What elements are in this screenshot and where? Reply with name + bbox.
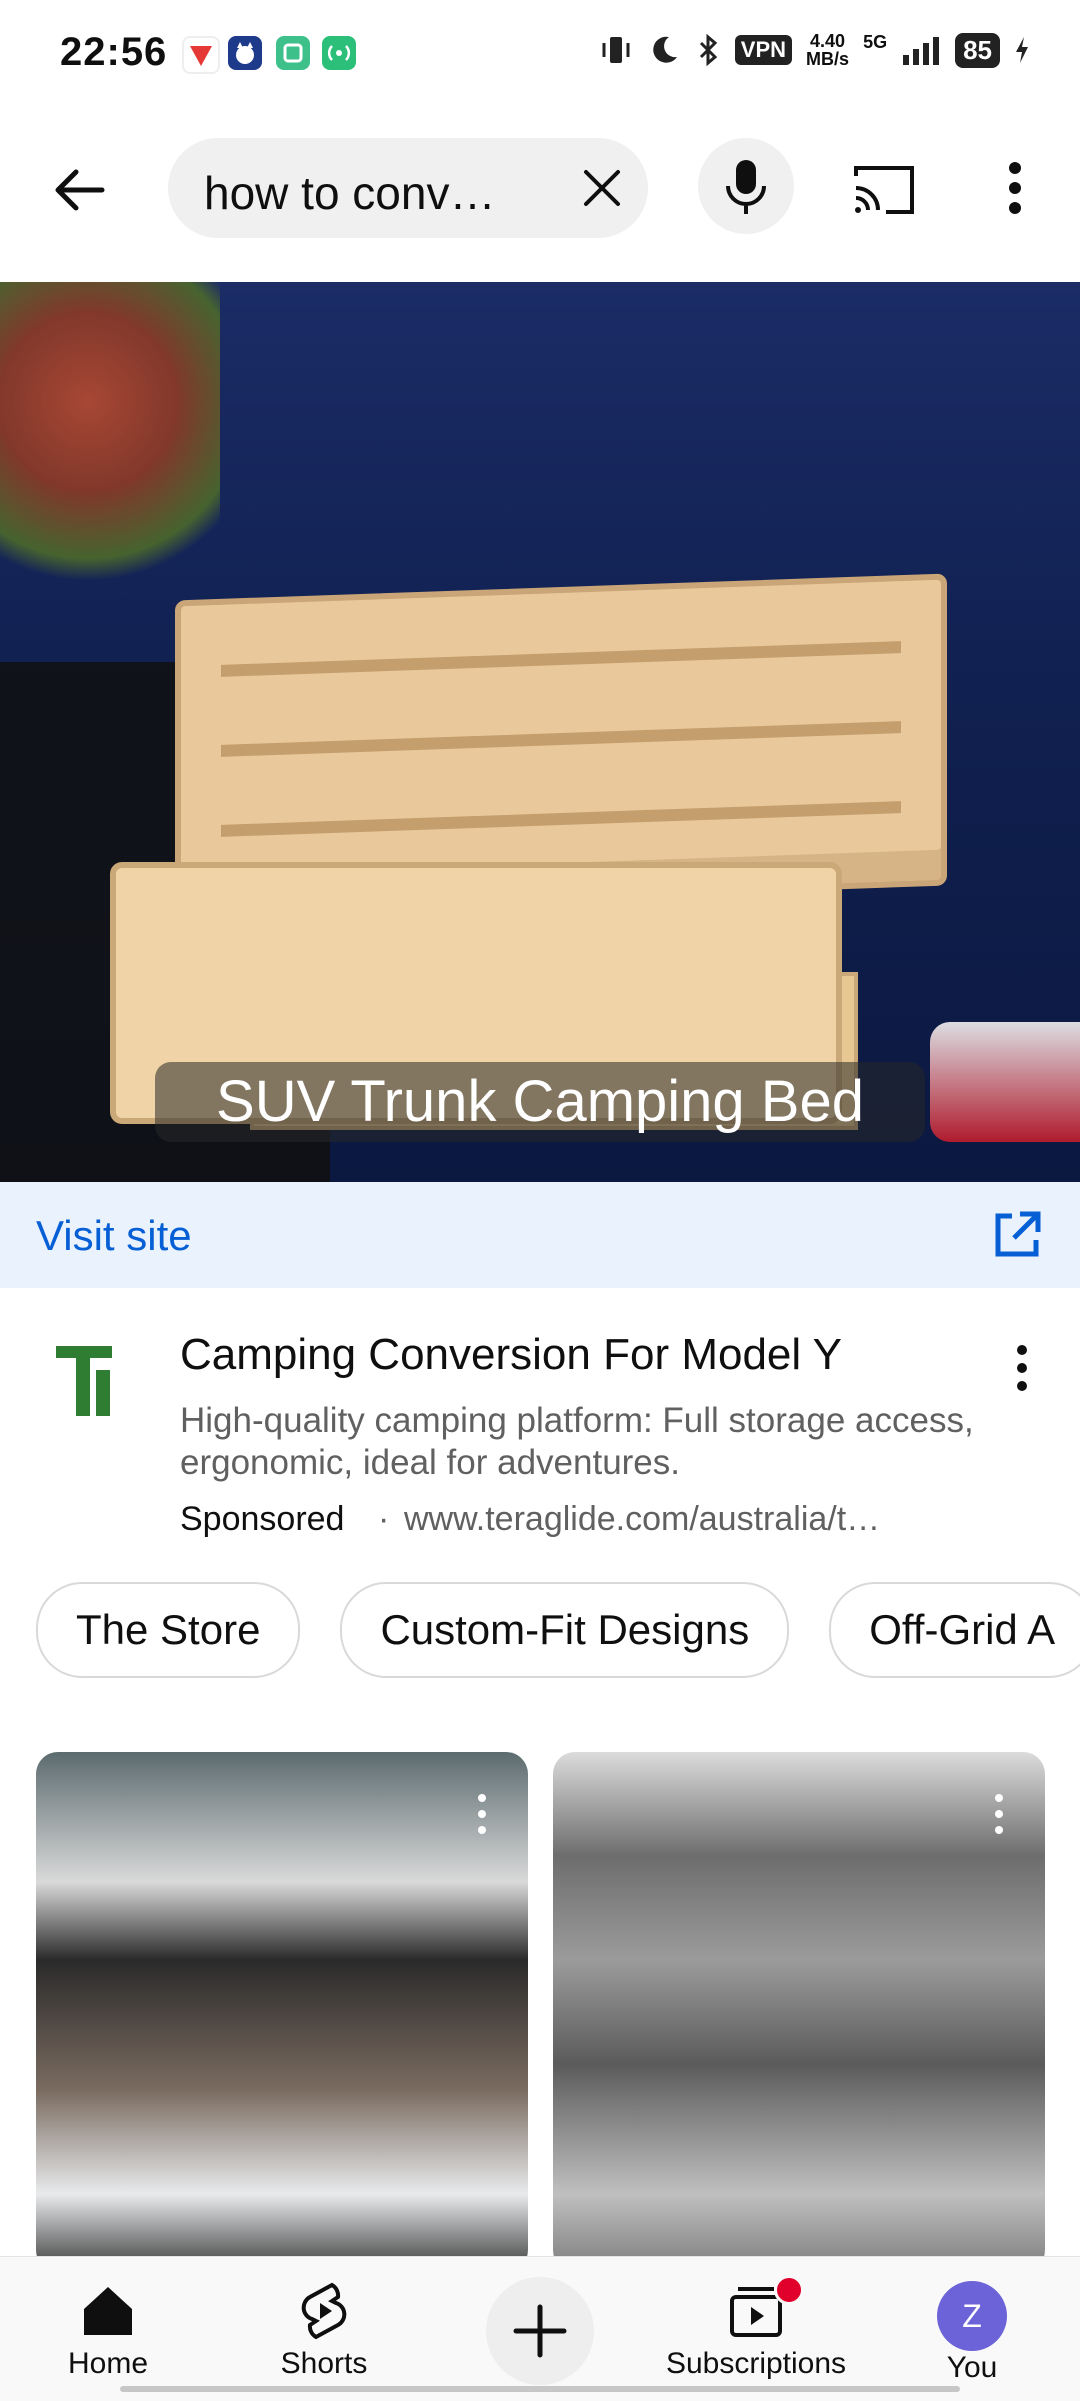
visit-site-bar[interactable]: Visit site: [0, 1182, 1080, 1288]
ad-url: www.teraglide.com/australia/t…: [404, 1500, 881, 1538]
nav-you-label: You: [946, 2351, 998, 2384]
news-app-notification-icon: [182, 36, 220, 74]
cast-button[interactable]: [850, 160, 920, 220]
nav-subscriptions[interactable]: Subscriptions: [656, 2269, 856, 2389]
foliage-background: [0, 282, 220, 582]
nav-home[interactable]: Home: [8, 2269, 208, 2389]
ad-more-options-button[interactable]: [1010, 1340, 1034, 1400]
close-icon: [584, 170, 620, 206]
chip-the-store[interactable]: The Store: [36, 1582, 301, 1678]
plus-icon: [513, 2304, 567, 2358]
chip-off-grid[interactable]: Off-Grid A: [829, 1582, 1080, 1678]
more-vertical-icon: [478, 1794, 486, 1834]
status-bar: 22:56 VPN 4.40 MB/s 5G 85: [0, 0, 1080, 110]
notification-badge: [774, 2275, 804, 2305]
bed-slat: [221, 721, 901, 757]
vpn-badge: VPN: [734, 35, 793, 65]
ad-sitelink-chips: The Store Custom-Fit Designs Off-Grid A: [36, 1582, 1080, 1678]
visit-site-label: Visit site: [36, 1212, 192, 1259]
hero-caption: SUV Trunk Camping Bed: [155, 1062, 925, 1142]
ad-details[interactable]: Camping Conversion For Model Y High-qual…: [0, 1300, 1080, 1560]
thumbnail-2-more-button[interactable]: [989, 1788, 1009, 1848]
video-thumbnail-1[interactable]: [36, 1752, 528, 2272]
nav-shorts[interactable]: Shorts: [224, 2269, 424, 2389]
ad-title: Camping Conversion For Model Y: [180, 1330, 842, 1379]
battery-level: 85: [955, 32, 1000, 68]
advertiser-logo-icon: [56, 1346, 112, 1416]
search-toolbar: how to conv…: [0, 130, 1080, 250]
more-vertical-icon: [995, 1794, 1003, 1834]
home-icon: [84, 2287, 132, 2335]
video-thumbnail-2[interactable]: [553, 1752, 1045, 2272]
hotspot-notification-icon: [322, 36, 356, 70]
ad-hero-image[interactable]: SUV Trunk Camping Bed: [0, 282, 1080, 1182]
home-indicator: [120, 2386, 960, 2392]
network-speed: 4.40 MB/s: [806, 32, 849, 68]
bluetooth-icon: [699, 33, 718, 67]
arrow-left-icon: [55, 169, 105, 211]
tool-app-notification-icon: [276, 36, 310, 70]
status-icons: VPN 4.40 MB/s 5G 85: [599, 32, 1030, 68]
clear-search-button[interactable]: [580, 166, 624, 210]
nav-shorts-label: Shorts: [280, 2347, 368, 2380]
status-time: 22:56: [60, 30, 168, 74]
create-button[interactable]: [486, 2277, 594, 2385]
network-speed-unit: MB/s: [806, 49, 850, 69]
bed-slat: [221, 801, 901, 837]
open-external-icon: [995, 1211, 1041, 1257]
separator-dot: ·: [378, 1500, 390, 1538]
back-button[interactable]: [50, 160, 110, 220]
thumbnail-1-more-button[interactable]: [472, 1788, 492, 1848]
vibrate-icon: [602, 37, 630, 63]
ad-description: High-quality camping platform: Full stor…: [180, 1401, 974, 1482]
network-type: 5G: [863, 32, 888, 52]
shorts-icon: [301, 2282, 347, 2340]
search-query-text: how to conv…: [204, 167, 496, 219]
microphone-icon: [726, 160, 766, 214]
chip-custom-fit-designs[interactable]: Custom-Fit Designs: [340, 1582, 790, 1678]
more-options-button[interactable]: [1000, 156, 1030, 226]
nav-you[interactable]: Z You: [872, 2269, 1072, 2389]
nav-subscriptions-label: Subscriptions: [665, 2347, 847, 2380]
avatar: Z: [937, 2281, 1007, 2351]
network-speed-value: 4.40: [810, 31, 846, 51]
sponsored-label: Sponsored: [180, 1500, 345, 1538]
do-not-disturb-moon-icon: [653, 36, 677, 63]
cast-icon: [854, 166, 914, 214]
charging-bolt-icon: [1016, 37, 1028, 63]
search-input[interactable]: how to conv…: [168, 138, 648, 238]
signal-bars-icon: [903, 37, 940, 65]
more-vertical-icon: [1017, 1345, 1027, 1391]
cat-app-notification-icon: [228, 36, 262, 70]
voice-search-button[interactable]: [698, 138, 794, 234]
more-vertical-icon: [1009, 162, 1021, 214]
bed-slat: [221, 641, 901, 677]
car-taillight: [930, 1022, 1080, 1142]
bottom-navigation: Home Shorts Subscriptions Z You: [0, 2256, 1080, 2401]
nav-home-label: Home: [67, 2347, 149, 2380]
